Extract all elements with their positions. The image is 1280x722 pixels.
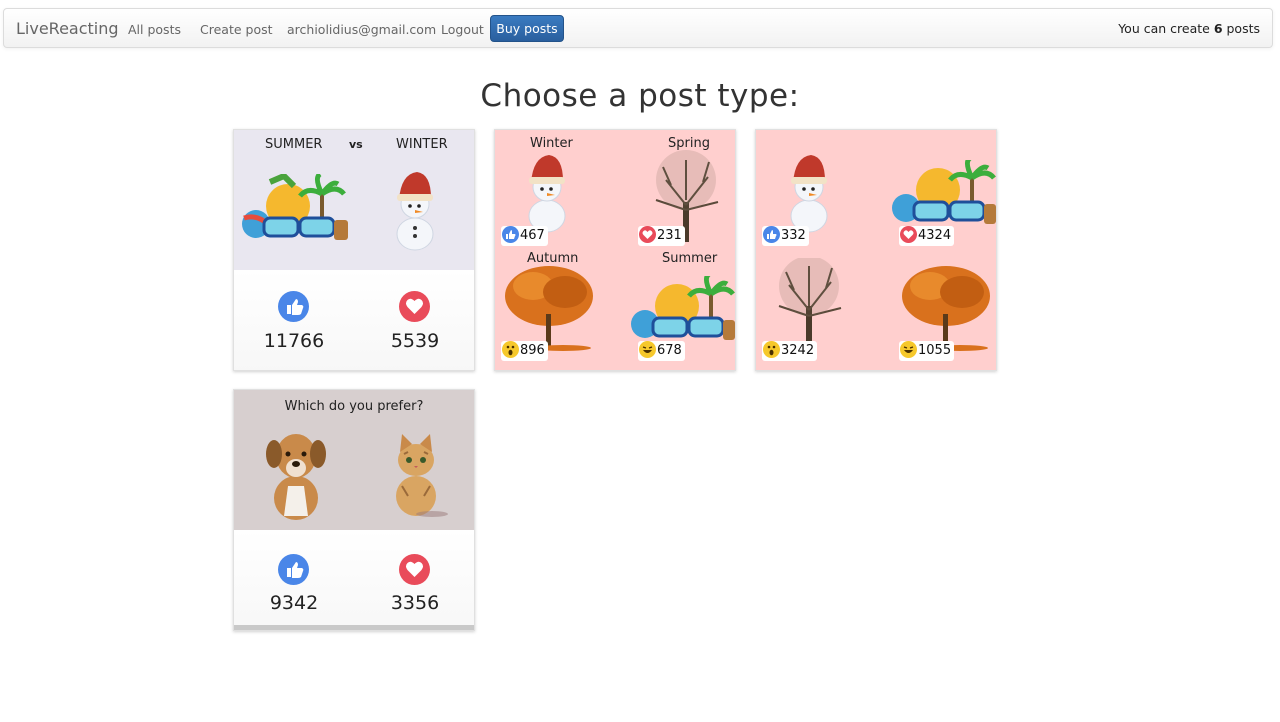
haha-reaction-badge: 1055 (899, 341, 955, 361)
love-icon (399, 554, 430, 585)
like-reaction-badge: 332 (762, 226, 809, 246)
cat-image (396, 434, 448, 517)
reaction-count: 4324 (918, 228, 952, 243)
autumn-tree-image (902, 266, 990, 351)
top-navbar: LiveReacting All posts Create post archi… (3, 8, 1273, 48)
love-icon (900, 226, 917, 243)
snowman-image (396, 172, 434, 251)
beach-image (242, 174, 348, 240)
autumn-tree-image (505, 266, 593, 351)
reaction-count: 3242 (781, 343, 815, 358)
reaction-count: 896 (520, 343, 545, 358)
snowman-image (528, 155, 566, 233)
label-winter: WINTER (396, 137, 448, 152)
wow-reaction-badge: 896 (501, 341, 548, 361)
snowman-image (790, 155, 828, 233)
quota-count: 6 (1213, 21, 1223, 36)
post-type-card-four-seasons[interactable]: 332 4324 3242 1055 (755, 129, 997, 371)
nav-logout[interactable]: Logout (441, 22, 484, 37)
label-winter: Winter (530, 136, 573, 151)
like-icon (278, 291, 309, 322)
card-reactions: 9342 3356 (234, 530, 474, 630)
label-summer: SUMMER (265, 137, 323, 152)
like-count: 11766 (263, 330, 325, 352)
post-type-card-dog-vs-cat[interactable]: Which do you prefer? 9342 3356 (233, 389, 475, 631)
haha-icon (900, 341, 917, 358)
post-type-card-four-seasons-labeled[interactable]: Winter Spring Autumn Summer 467 231 896 … (494, 129, 736, 371)
brand-logo[interactable]: LiveReacting (16, 19, 119, 38)
love-icon (639, 226, 656, 243)
love-icon (399, 291, 430, 322)
nav-create-post[interactable]: Create post (200, 22, 273, 37)
reaction-count: 467 (520, 228, 545, 243)
card-preview: SUMMER vs WINTER (234, 130, 474, 270)
page-title: Choose a post type: (480, 78, 800, 114)
post-type-card-summer-vs-winter[interactable]: SUMMER vs WINTER 11766 5539 (233, 129, 475, 371)
like-icon (763, 226, 780, 243)
label-summer: Summer (662, 251, 718, 266)
like-icon (278, 554, 309, 585)
like-icon (502, 226, 519, 243)
dog-image (266, 434, 326, 520)
card-preview: Which do you prefer? (234, 390, 474, 530)
reaction-count: 1055 (918, 343, 952, 358)
nav-user-email[interactable]: archiolidius@gmail.com (287, 22, 436, 37)
nav-all-posts[interactable]: All posts (128, 22, 181, 37)
bare-tree-image (778, 258, 842, 344)
card-bottom-border (234, 625, 474, 630)
haha-icon (639, 341, 656, 358)
card-reactions: 11766 5539 (234, 270, 474, 370)
love-count: 5539 (390, 330, 440, 352)
beach-image (892, 160, 996, 224)
like-count: 9342 (269, 592, 319, 614)
reaction-count: 332 (781, 228, 806, 243)
love-count: 3356 (390, 592, 440, 614)
wow-icon (763, 341, 780, 358)
haha-reaction-badge: 678 (638, 341, 685, 361)
like-reaction-badge: 467 (501, 226, 548, 246)
wow-icon (502, 341, 519, 358)
wow-reaction-badge: 3242 (762, 341, 818, 361)
reaction-count: 678 (657, 343, 682, 358)
buy-posts-button[interactable]: Buy posts (490, 15, 564, 42)
quota-prefix: You can create (1118, 21, 1214, 36)
label-vs: vs (349, 138, 363, 151)
question-text: Which do you prefer? (284, 399, 424, 414)
beach-image (631, 276, 735, 340)
reaction-count: 231 (657, 228, 682, 243)
quota-suffix: posts (1222, 21, 1260, 36)
label-spring: Spring (668, 136, 710, 151)
post-quota-text: You can create 6 posts (1118, 21, 1260, 36)
love-reaction-badge: 231 (638, 226, 685, 246)
love-reaction-badge: 4324 (899, 226, 955, 246)
